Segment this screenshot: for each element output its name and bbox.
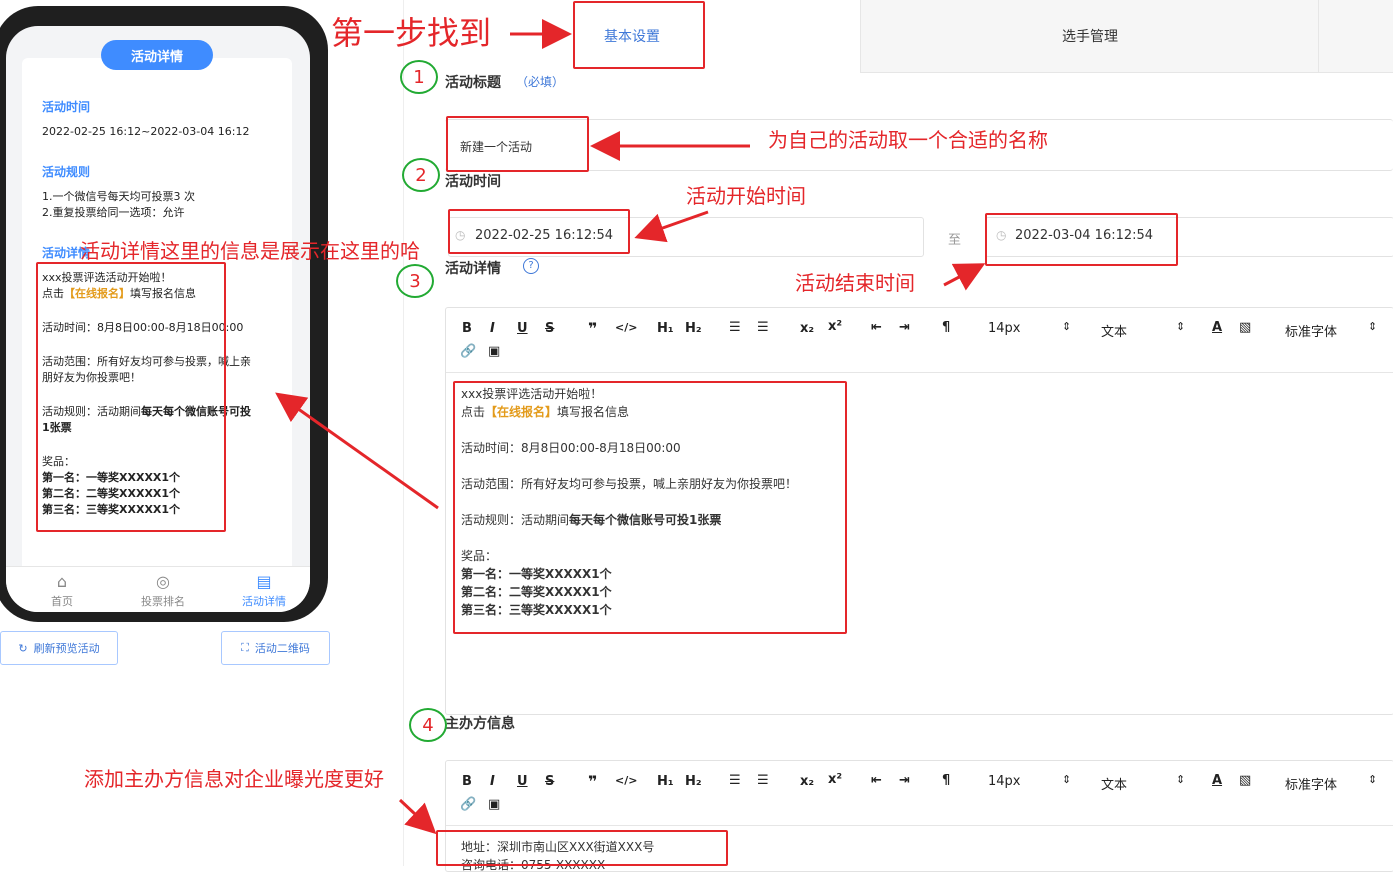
arrow-start-hint <box>634 210 709 243</box>
arrow-end-hint <box>943 263 986 291</box>
annotation-arrows <box>275 19 986 835</box>
arrow-organizer-hint <box>398 798 437 835</box>
arrow-detail-hint <box>275 392 439 510</box>
